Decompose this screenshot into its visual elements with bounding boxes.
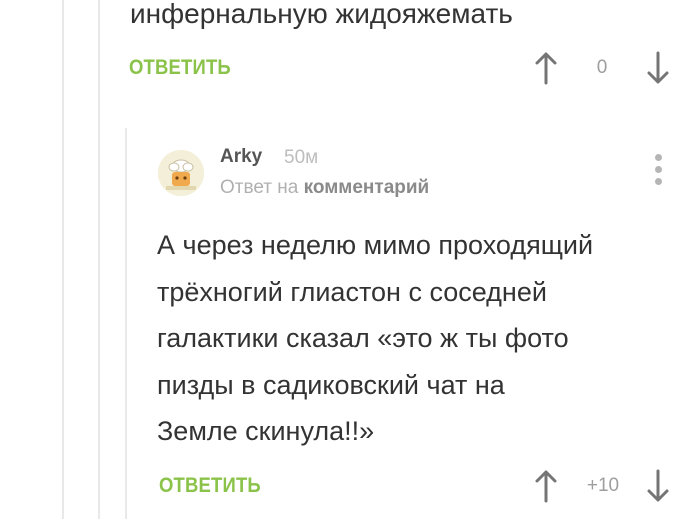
arrow-up-icon[interactable] [534,469,558,503]
vote-count: +10 [586,475,620,496]
reply-button[interactable]: ОТВЕТИТЬ [159,474,261,498]
comment-line: А через неделю мимо проходящий [157,230,594,260]
avatar[interactable] [158,150,204,196]
comment-time: 50м [284,147,319,168]
comment-thread: инфернальную жидояжемать ОТВЕТИТЬ 0 Arky [0,0,700,519]
comment-body: А через неделю мимо проходящий трёхногий… [157,222,687,455]
arrow-up-icon[interactable] [534,51,558,85]
reply-to-link[interactable]: комментарий [304,177,430,198]
comment-author[interactable]: Arky [220,146,262,168]
comment-line: Земле скинула!!» [157,416,375,446]
comment-line: трёхногий глиастон с соседней [157,276,547,307]
thread-line [125,128,127,519]
reply-button[interactable]: ОТВЕТИТЬ [129,56,231,80]
comment-line: галактики сказал «это ж ты фото [157,323,569,353]
previous-comment-actions: ОТВЕТИТЬ 0 [0,48,700,88]
more-vertical-icon[interactable] [650,154,666,188]
reply-comment-actions: ОТВЕТИТЬ +10 [0,466,700,506]
comment-line: пизды в садиковский чат на [157,369,505,400]
arrow-down-icon[interactable] [646,51,670,85]
arrow-down-icon[interactable] [646,469,670,503]
reply-to-prefix: Ответ на [220,177,299,198]
previous-comment-text: инфернальную жидояжемать [130,0,513,29]
reply-to-info: Ответ на комментарий [220,177,429,199]
vote-count: 0 [596,57,608,78]
